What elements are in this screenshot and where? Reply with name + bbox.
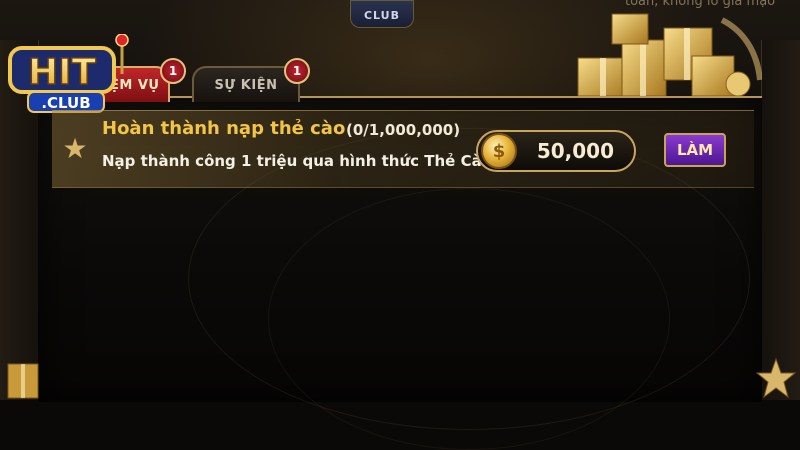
hit-club-logo: HIT .CLUB [8,34,129,113]
logo-main-text: HIT [28,52,97,93]
gift-boxes-decoration [577,13,762,97]
tab-missions-badge: 1 [160,58,186,84]
panel-arc-decoration [268,188,670,450]
reward-amount: 50,000 [536,139,614,163]
gift-decoration-icon [7,363,39,399]
tab-events-badge: 1 [284,58,310,84]
star-decoration-icon [756,357,796,399]
task-title: Hoàn thành nạp thẻ cào [102,118,346,139]
top-club-logo: CLUB [350,0,414,28]
coin-symbol: $ [492,140,506,162]
coin-icon: $ [481,133,517,169]
star-icon: ★ [62,132,88,165]
tab-events-label: SỰ KIỆN [214,77,278,93]
right-frame [761,40,800,400]
task-progress: (0/1,000,000) [346,121,461,139]
do-task-button[interactable]: LÀM [664,133,726,167]
task-description: Nạp thành công 1 triệu qua hình thức Thẻ… [102,152,493,170]
background-tagline: toàn, không lo gia mạo [625,0,776,9]
